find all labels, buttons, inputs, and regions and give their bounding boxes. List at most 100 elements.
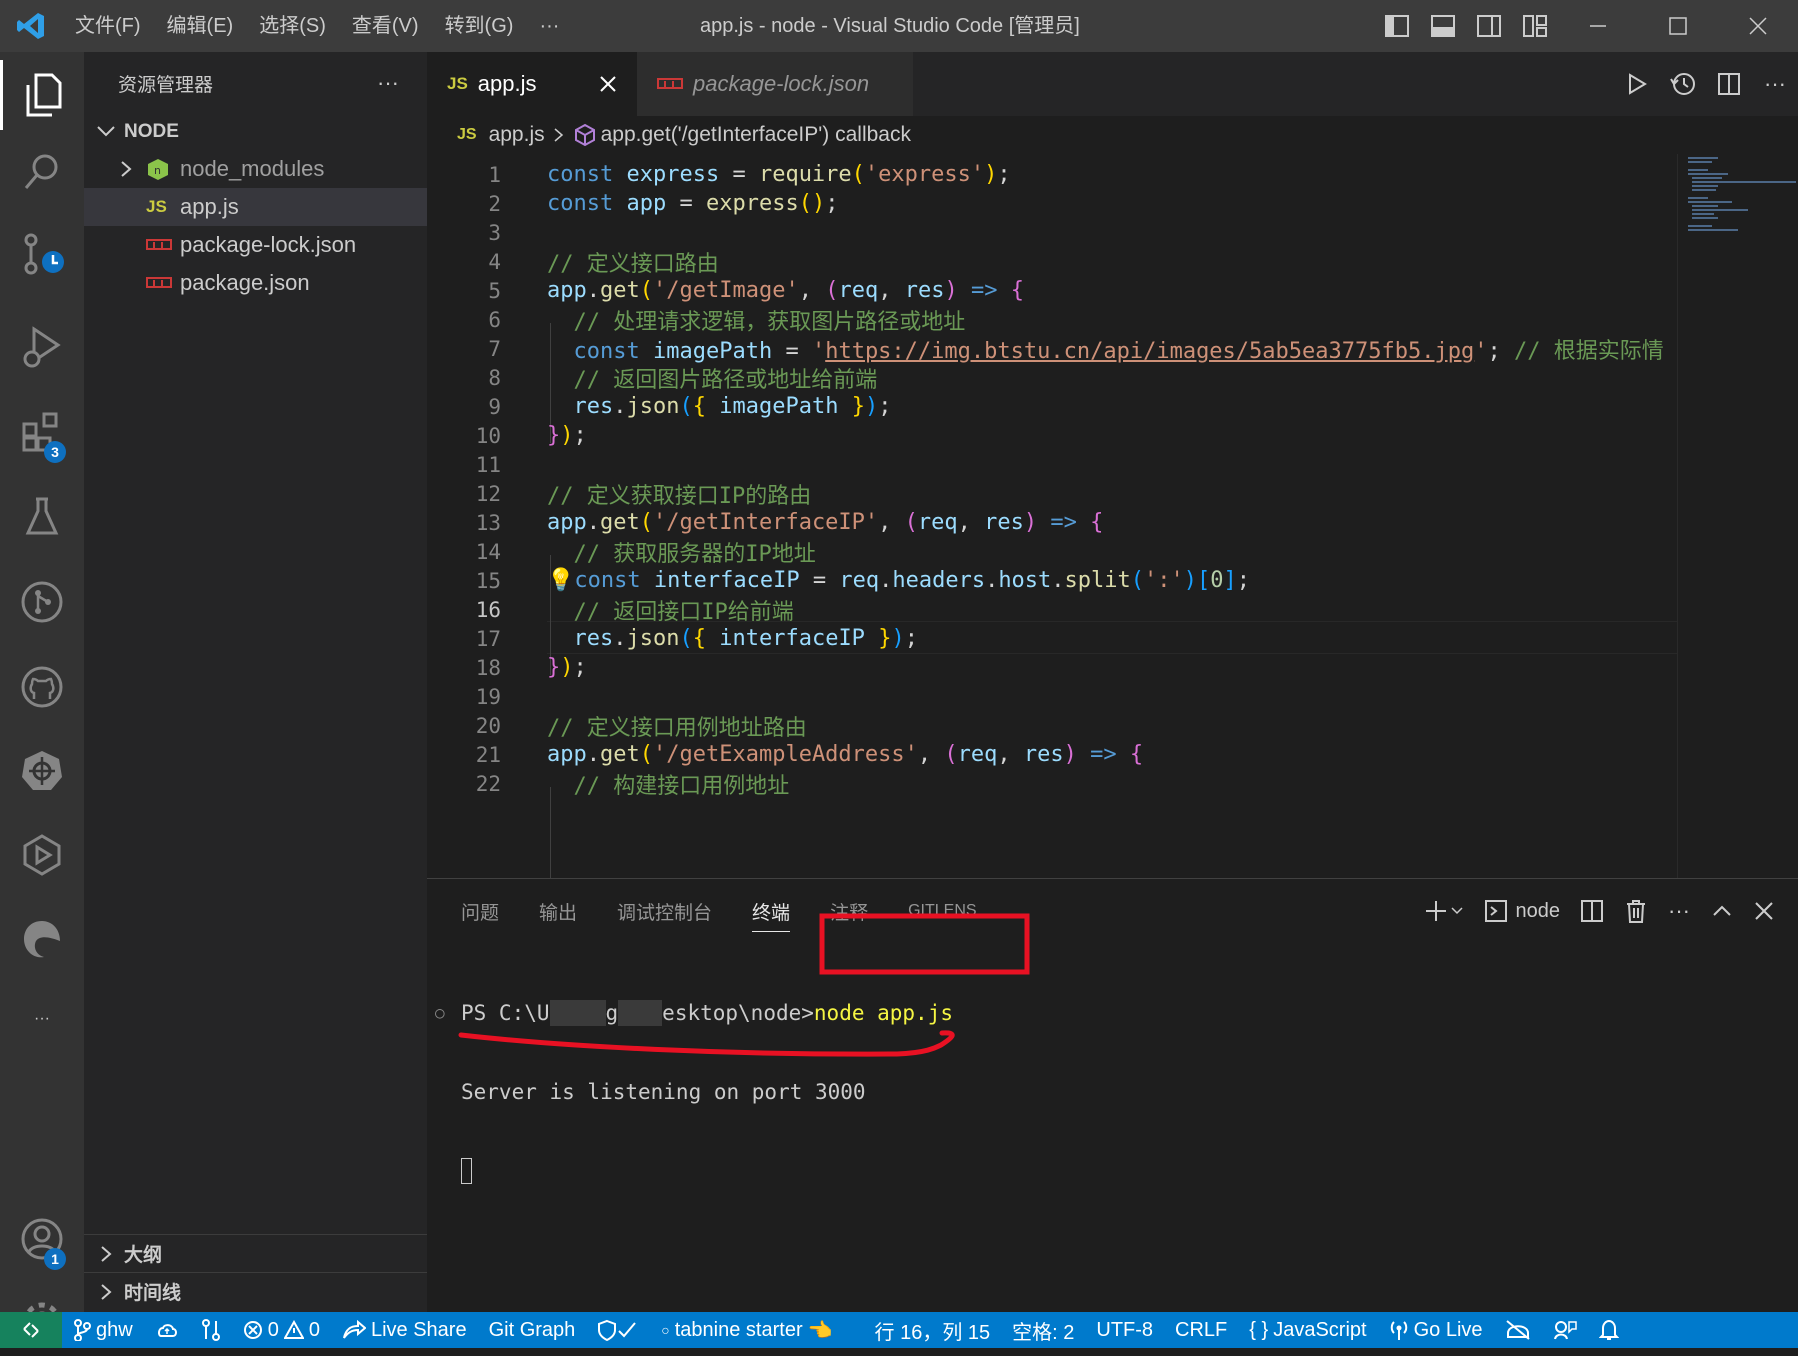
remote-explorer-icon[interactable]	[0, 820, 84, 890]
close-panel-icon[interactable]	[1744, 879, 1798, 943]
tree-item-label: package-lock.json	[180, 232, 357, 257]
language-mode[interactable]: { } JavaScript	[1238, 1312, 1377, 1348]
maximize-icon[interactable]	[1638, 0, 1718, 52]
tree-item-node-modules[interactable]: n node_modules	[84, 150, 427, 188]
source-control-icon[interactable]	[0, 220, 84, 290]
menu-go[interactable]: 转到(G)	[432, 0, 527, 52]
menu-bar: 文件(F) 编辑(E) 选择(S) 查看(V) 转到(G) ···	[62, 0, 572, 52]
live-share-button[interactable]: Live Share	[331, 1312, 478, 1348]
editor-area: JS app.js package-lock.json ··· JS app.j…	[427, 52, 1798, 878]
notifications-bell-icon[interactable]	[1588, 1312, 1630, 1348]
extensions-icon[interactable]: 3	[0, 397, 84, 467]
accounts-icon[interactable]: 1	[0, 1204, 84, 1274]
tabnine-status[interactable]: ○ tabnine starter 👈	[650, 1312, 843, 1348]
git-graph-icon[interactable]	[0, 567, 84, 637]
tree-item-label: package.json	[180, 270, 310, 295]
explorer-header: 资源管理器 ···	[84, 52, 427, 114]
code-editor[interactable]: 1 const express = require('express'); 2 co…	[427, 154, 1677, 878]
minimap[interactable]	[1677, 154, 1798, 878]
panel-tab-problems[interactable]: 问题	[427, 879, 519, 943]
outline-label: 大纲	[124, 1245, 163, 1266]
shield-check-icon[interactable]	[586, 1312, 650, 1348]
git-compare-icon[interactable]	[190, 1312, 232, 1348]
minimize-icon[interactable]	[1558, 0, 1638, 52]
terminal-command: node app.js	[813, 1000, 953, 1025]
tree-item-package-json[interactable]: package.json	[84, 264, 427, 302]
toggle-panel-icon[interactable]	[1420, 0, 1466, 52]
code-line: 22 // 构建接口用例地址	[475, 771, 790, 799]
panel-tab-gitlens[interactable]: GITLENS	[888, 879, 996, 943]
breadcrumb: JS app.js app.get('/getInterfaceIP') cal…	[427, 116, 1798, 154]
folder-node-header[interactable]: NODE	[84, 114, 427, 150]
run-file-icon[interactable]	[1614, 72, 1660, 96]
split-terminal-icon[interactable]	[1570, 879, 1614, 943]
terminal-output[interactable]: ○ PS C:\U g esktop\node > node app.js Serve…	[435, 949, 953, 1234]
toggle-primary-sidebar-icon[interactable]	[1374, 0, 1420, 52]
tab-app-js[interactable]: JS app.js	[427, 52, 637, 116]
menu-selection[interactable]: 选择(S)	[246, 0, 339, 52]
kill-terminal-trash-icon[interactable]	[1614, 879, 1658, 943]
editor-tabs: JS app.js package-lock.json ···	[427, 52, 1798, 116]
copilot-disabled-icon[interactable]	[1494, 1312, 1542, 1348]
panel-tab-comments[interactable]: 注释	[810, 879, 888, 943]
command-decoration-circle-icon: ○	[435, 1003, 445, 1022]
close-window-icon[interactable]	[1718, 0, 1798, 52]
explorer-icon[interactable]	[0, 60, 84, 130]
tab-package-lock[interactable]: package-lock.json	[637, 52, 913, 116]
close-tab-icon[interactable]	[599, 75, 617, 93]
panel-more-icon[interactable]: ···	[1658, 879, 1700, 943]
sync-cloud-icon[interactable]	[144, 1312, 190, 1348]
js-file-icon: JS	[447, 74, 468, 93]
menu-more[interactable]: ···	[526, 0, 572, 52]
panel-tab-terminal[interactable]: 终端	[732, 879, 810, 943]
indent-guide	[550, 787, 551, 878]
menu-edit[interactable]: 编辑(E)	[154, 0, 247, 52]
maximize-panel-chevron-up-icon[interactable]	[1700, 879, 1744, 943]
edge-devtools-icon[interactable]	[0, 904, 84, 974]
terminal-cursor	[461, 1155, 953, 1186]
toggle-secondary-sidebar-icon[interactable]	[1466, 0, 1512, 52]
window-title: app.js - node - Visual Studio Code [管理员]	[700, 15, 1080, 37]
indentation[interactable]: 空格: 2	[1001, 1312, 1085, 1348]
panel-tab-output[interactable]: 输出	[519, 879, 597, 943]
tab-label: app.js	[477, 71, 537, 96]
run-debug-icon[interactable]	[0, 312, 84, 382]
breadcrumb-file[interactable]: app.js	[489, 123, 545, 147]
npm-file-icon	[146, 277, 172, 288]
customize-layout-icon[interactable]	[1512, 0, 1558, 52]
new-terminal-icon[interactable]	[1414, 879, 1474, 943]
explorer-more-button[interactable]: ···	[377, 70, 399, 96]
github-icon[interactable]	[0, 652, 84, 722]
panel-tab-debug-console[interactable]: 调试控制台	[597, 879, 732, 943]
timeline-history-icon[interactable]	[1660, 71, 1706, 97]
remote-indicator-icon[interactable]	[0, 1312, 62, 1348]
chevron-right-icon	[101, 1283, 112, 1300]
cursor-position[interactable]: 行 16，列 15	[864, 1312, 1002, 1348]
problems-indicator[interactable]: 0 0	[232, 1312, 331, 1348]
pointing-hand-icon: 👈	[807, 1319, 833, 1342]
tree-item-package-lock[interactable]: package-lock.json	[84, 226, 427, 264]
end-of-line[interactable]: CRLF	[1164, 1312, 1238, 1348]
menu-file[interactable]: 文件(F)	[62, 0, 154, 52]
feedback-icon[interactable]	[1542, 1312, 1588, 1348]
tree-item-app-js[interactable]: JS app.js	[84, 188, 427, 226]
encoding[interactable]: UTF-8	[1085, 1312, 1164, 1348]
git-graph-button[interactable]: Git Graph	[478, 1312, 587, 1348]
split-editor-icon[interactable]	[1706, 72, 1752, 96]
activity-bar: 3 ··· 1	[0, 52, 84, 1340]
search-icon[interactable]	[0, 137, 84, 207]
outline-section[interactable]: 大纲	[84, 1234, 427, 1272]
terminal-command-line: ○ PS C:\U g esktop\node > node app.js	[435, 999, 953, 1026]
testing-icon[interactable]	[0, 482, 84, 552]
more-views-icon[interactable]: ···	[0, 984, 84, 1054]
go-live-button[interactable]: Go Live	[1378, 1312, 1494, 1348]
menu-view[interactable]: 查看(V)	[339, 0, 432, 52]
kubernetes-icon[interactable]	[0, 736, 84, 806]
editor-more-icon[interactable]: ···	[1752, 71, 1798, 97]
branch-icon	[74, 1319, 91, 1341]
timeline-section[interactable]: 时间线	[84, 1272, 427, 1310]
explorer-sidebar: 资源管理器 ··· NODE n node_modules JS app.js …	[84, 52, 427, 1312]
terminal-instance[interactable]: node	[1474, 879, 1571, 943]
breadcrumb-symbol[interactable]: app.get('/getInterfaceIP') callback	[601, 123, 911, 147]
git-branch[interactable]: ghw	[62, 1312, 144, 1348]
